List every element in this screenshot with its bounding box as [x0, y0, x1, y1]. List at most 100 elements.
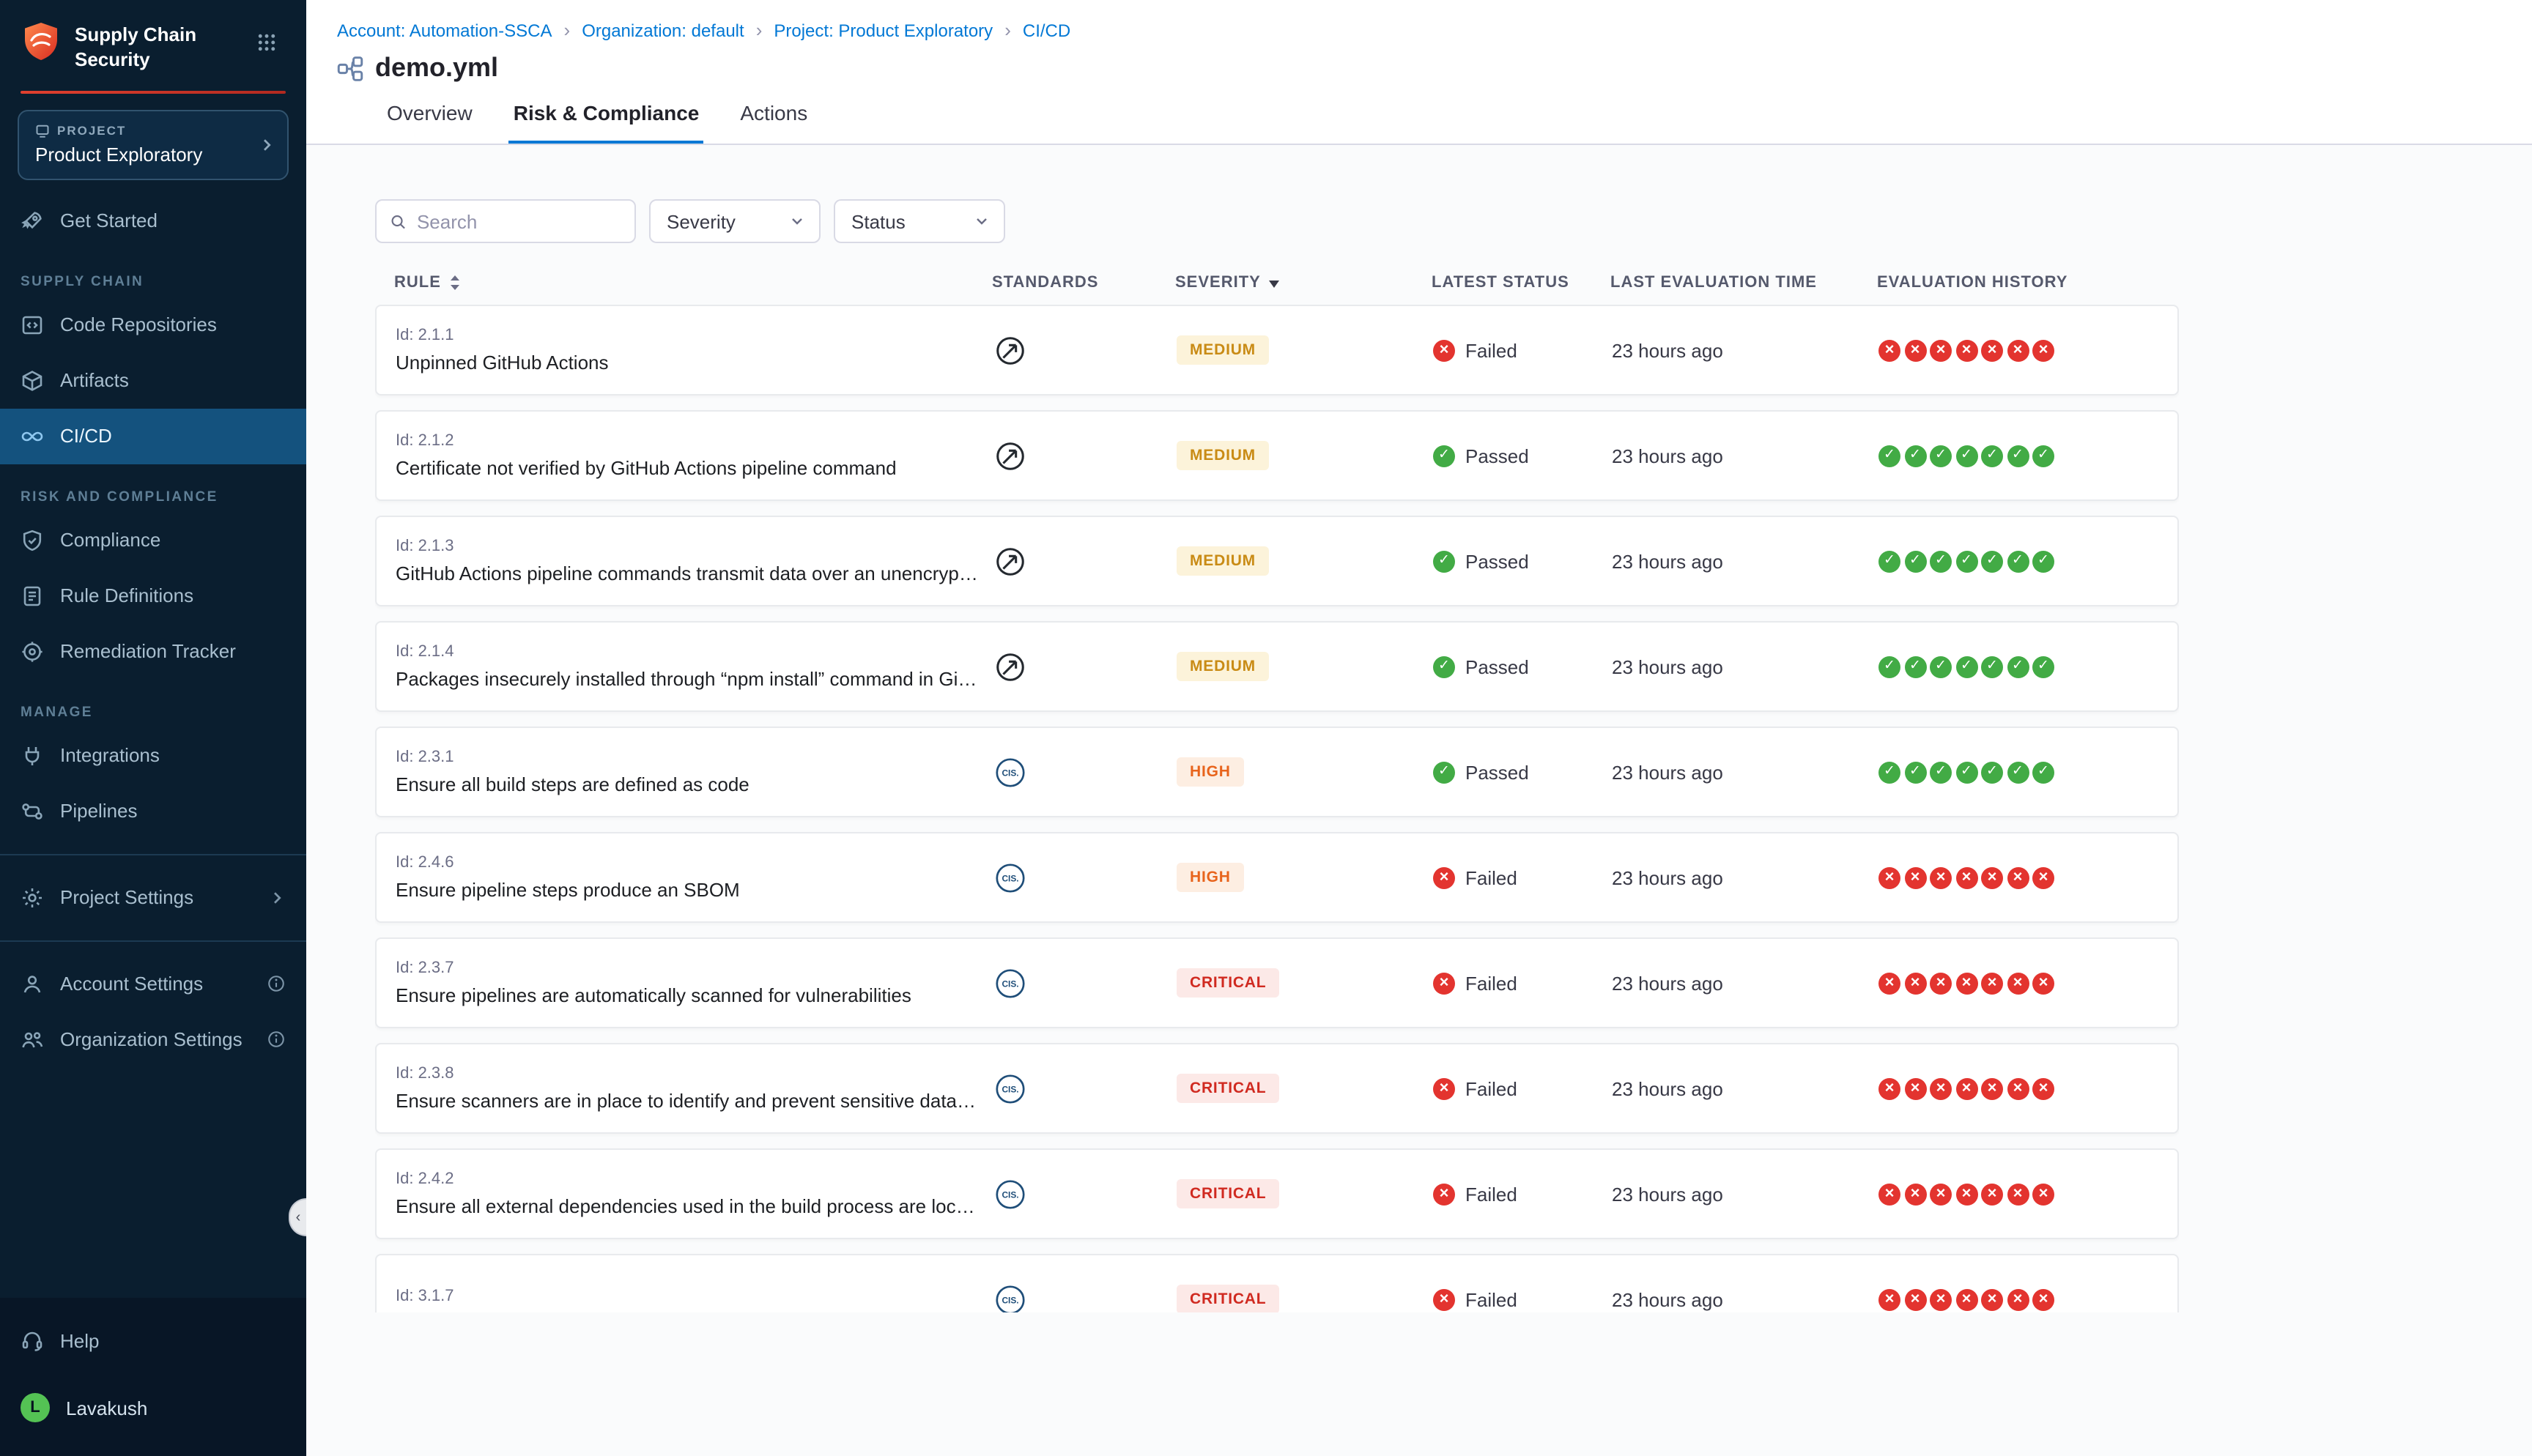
history-fail-icon: ×: [2032, 1077, 2054, 1099]
column-header-severity[interactable]: SEVERITY: [1175, 274, 1432, 291]
severity-badge: HIGH: [1177, 757, 1244, 787]
search-box[interactable]: [375, 199, 636, 243]
table-row[interactable]: Id: 3.1.7 CIS. CRITICAL × Failed 23 hour…: [375, 1254, 2179, 1312]
column-header-evaluation-history[interactable]: EVALUATION HISTORY: [1877, 274, 2179, 291]
standards-cell: CIS.: [993, 544, 1177, 578]
integrations-plug-icon: [21, 744, 44, 768]
sidebar-item-label: Remediation Tracker: [60, 641, 236, 663]
table-row[interactable]: Id: 2.3.1 Ensure all build steps are def…: [375, 727, 2179, 817]
history-fail-icon: ×: [2007, 972, 2029, 994]
sidebar-item-remediation-tracker[interactable]: Remediation Tracker: [0, 624, 306, 680]
table-row[interactable]: Id: 2.1.1 Unpinned GitHub Actions CIS. M…: [375, 305, 2179, 395]
rule-cell: Id: 3.1.7: [377, 1287, 993, 1312]
sidebar-item-get-started[interactable]: Get Started: [0, 193, 306, 249]
rule-id: Id: 2.3.1: [396, 749, 993, 766]
rule-name: Certificate not verified by GitHub Actio…: [396, 457, 993, 479]
severity-cell: CRITICAL: [1177, 1074, 1433, 1103]
history-pass-icon: ✓: [2032, 655, 2054, 677]
breadcrumb-account-link[interactable]: Account: Automation-SSCA: [337, 20, 552, 40]
title-row: demo.yml: [337, 53, 2532, 83]
sidebar-item-compliance[interactable]: Compliance: [0, 513, 306, 568]
code-repository-icon: [21, 313, 44, 337]
artifacts-box-icon: [21, 369, 44, 393]
cicd-infinity-icon: [21, 425, 44, 448]
evaluation-history-cell: ×××××××: [1878, 866, 2177, 888]
severity-cell: CRITICAL: [1177, 968, 1433, 998]
section-supply-chain: SUPPLY CHAIN: [0, 249, 306, 297]
cis-icon: CIS.: [993, 755, 1027, 789]
history-fail-icon: ×: [1904, 1183, 1926, 1205]
history-fail-icon: ×: [2007, 866, 2029, 888]
table-row[interactable]: Id: 2.3.8 Ensure scanners are in place t…: [375, 1043, 2179, 1134]
history-fail-icon: ×: [1981, 972, 2003, 994]
section-risk-and-compliance: RISK AND COMPLIANCE: [0, 464, 306, 513]
breadcrumb-cicd-link[interactable]: CI/CD: [1023, 20, 1070, 40]
status-label: Failed: [1465, 972, 1517, 994]
status-label: Failed: [1465, 866, 1517, 888]
severity-cell: HIGH: [1177, 863, 1433, 892]
history-fail-icon: ×: [1981, 1288, 2003, 1310]
sidebar-nav: Get Started SUPPLY CHAIN Code Repositori…: [0, 193, 306, 1068]
column-header-rule[interactable]: RULE: [375, 274, 992, 291]
last-evaluation-time-cell: 23 hours ago: [1612, 1077, 1878, 1099]
sidebar-item-cicd[interactable]: CI/CD: [0, 409, 306, 464]
history-fail-icon: ×: [1955, 1183, 1977, 1205]
sidebar-item-account-settings[interactable]: Account Settings: [0, 957, 306, 1012]
table-row[interactable]: Id: 2.1.2 Certificate not verified by Gi…: [375, 410, 2179, 501]
sidebar-item-help[interactable]: Help: [0, 1312, 306, 1368]
history-fail-icon: ×: [1930, 1183, 1952, 1205]
gear-icon: [21, 886, 44, 910]
sidebar-item-project-settings[interactable]: Project Settings: [0, 870, 306, 926]
tab-risk-and-compliance[interactable]: Risk & Compliance: [509, 101, 704, 144]
history-fail-icon: ×: [1878, 339, 1900, 361]
breadcrumb-project-link[interactable]: Project: Product Exploratory: [774, 20, 993, 40]
column-header-latest-status[interactable]: LATEST STATUS: [1432, 274, 1610, 291]
table-row[interactable]: Id: 2.4.2 Ensure all external dependenci…: [375, 1148, 2179, 1239]
rule-name: Ensure all external dependencies used in…: [396, 1195, 993, 1217]
history-pass-icon: ✓: [1930, 445, 1952, 467]
table-row[interactable]: Id: 2.3.7 Ensure pipelines are automatic…: [375, 937, 2179, 1028]
sidebar-item-integrations[interactable]: Integrations: [0, 728, 306, 784]
history-fail-icon: ×: [1955, 1288, 1977, 1310]
sidebar-item-rule-definitions[interactable]: Rule Definitions: [0, 568, 306, 624]
sidebar-collapse-handle[interactable]: ‹: [289, 1198, 306, 1236]
sidebar-item-pipelines[interactable]: Pipelines: [0, 784, 306, 839]
evaluation-history-cell: ✓✓✓✓✓✓✓: [1878, 655, 2177, 677]
tab-actions[interactable]: Actions: [736, 101, 812, 144]
module-grid-icon[interactable]: [256, 32, 277, 53]
breadcrumb-separator: [564, 19, 571, 41]
severity-filter-dropdown[interactable]: Severity: [649, 199, 821, 243]
rule-id: Id: 2.1.3: [396, 538, 993, 555]
status-label: Passed: [1465, 761, 1529, 783]
last-evaluation-time-cell: 23 hours ago: [1612, 761, 1878, 783]
sidebar-item-code-repositories[interactable]: Code Repositories: [0, 297, 306, 353]
table-row[interactable]: Id: 2.1.3 GitHub Actions pipeline comman…: [375, 516, 2179, 606]
history-pass-icon: ✓: [1930, 655, 1952, 677]
table-row[interactable]: Id: 2.1.4 Packages insecurely installed …: [375, 621, 2179, 712]
status-label: Failed: [1465, 1288, 1517, 1310]
status-filter-dropdown[interactable]: Status: [834, 199, 1005, 243]
history-fail-icon: ×: [2032, 1183, 2054, 1205]
rocket-icon: [21, 209, 44, 233]
avatar: L: [21, 1393, 50, 1422]
tab-overview[interactable]: Overview: [382, 101, 477, 144]
sidebar-item-organization-settings[interactable]: Organization Settings: [0, 1012, 306, 1068]
evaluation-history-cell: ×××××××: [1878, 1288, 2177, 1310]
column-header-standards[interactable]: STANDARDS: [992, 274, 1175, 291]
sort-desc-icon: [1268, 276, 1281, 289]
rule-id: Id: 2.1.2: [396, 432, 993, 450]
column-header-last-evaluation-time[interactable]: LAST EVALUATION TIME: [1610, 274, 1877, 291]
breadcrumb-organization-link[interactable]: Organization: default: [582, 20, 744, 40]
history-fail-icon: ×: [2007, 1288, 2029, 1310]
table-row[interactable]: Id: 2.4.6 Ensure pipeline steps produce …: [375, 832, 2179, 923]
chevron-right-icon: [258, 136, 275, 154]
history-pass-icon: ✓: [1955, 445, 1977, 467]
latest-status-cell: ✓ Passed: [1433, 761, 1612, 783]
search-input[interactable]: [417, 210, 621, 232]
last-evaluation-time-cell: 23 hours ago: [1612, 1183, 1878, 1205]
github-actions-icon: [993, 439, 1027, 472]
rule-name: Packages insecurely installed through “n…: [396, 668, 993, 690]
user-profile[interactable]: L Lavakush: [0, 1380, 306, 1435]
project-selector[interactable]: PROJECT Product Exploratory: [18, 110, 289, 180]
sidebar-item-artifacts[interactable]: Artifacts: [0, 353, 306, 409]
